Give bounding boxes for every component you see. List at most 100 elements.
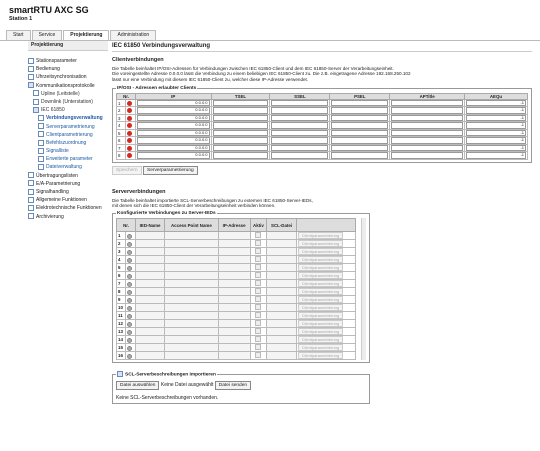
tsel-field[interactable] bbox=[212, 122, 269, 129]
aptitle-field[interactable] bbox=[391, 99, 463, 107]
client-param-button[interactable]: Clientparametrierung bbox=[297, 344, 344, 352]
active-checkbox[interactable] bbox=[255, 336, 262, 343]
expand-icon[interactable] bbox=[38, 147, 44, 154]
sidebar-item[interactable]: Serverparametrierung bbox=[28, 123, 108, 131]
ssel-field[interactable] bbox=[271, 129, 329, 137]
server-param-button[interactable]: Serverparametrierung bbox=[143, 165, 198, 175]
client-param-button[interactable]: Clientparametrierung bbox=[297, 336, 344, 344]
aptitle-field[interactable] bbox=[391, 137, 463, 144]
sidebar-item[interactable]: Befehlszuordnung bbox=[28, 139, 108, 147]
expand-icon[interactable] bbox=[28, 180, 34, 187]
client-param-button[interactable]: Clientparametrierung bbox=[297, 280, 344, 288]
tsel-field[interactable] bbox=[212, 107, 269, 114]
ip-field[interactable]: 0.0.0.0 bbox=[137, 152, 210, 159]
ip-field[interactable]: 0.0.0.0 bbox=[137, 137, 210, 144]
expand-icon[interactable] bbox=[28, 65, 34, 72]
aptitle-field[interactable] bbox=[391, 152, 463, 159]
sidebar-item[interactable]: IEC 61850 bbox=[28, 106, 108, 114]
psel-field[interactable] bbox=[331, 99, 389, 107]
sidebar-item[interactable]: Elektrotechnische Funktionen bbox=[28, 204, 108, 212]
client-param-button[interactable]: Clientparametrierung bbox=[297, 264, 344, 272]
client-param-button[interactable]: Clientparametrierung bbox=[297, 304, 344, 312]
aequ-field[interactable]: -1 bbox=[465, 152, 526, 159]
sidebar-item[interactable]: Downlink (Unterstation) bbox=[28, 98, 108, 106]
active-checkbox[interactable] bbox=[255, 248, 262, 255]
client-param-button[interactable]: Clientparametrierung bbox=[297, 320, 344, 328]
aequ-field[interactable]: -1 bbox=[465, 137, 526, 144]
tab-projektierung[interactable]: Projektierung bbox=[63, 30, 110, 40]
save-button[interactable]: Speichern bbox=[112, 165, 142, 175]
aptitle-field[interactable] bbox=[391, 114, 463, 122]
client-param-button[interactable]: Clientparametrierung bbox=[297, 248, 344, 256]
client-param-button[interactable]: Clientparametrierung bbox=[297, 288, 344, 296]
ssel-field[interactable] bbox=[271, 107, 329, 114]
tsel-field[interactable] bbox=[212, 99, 269, 107]
expand-icon[interactable] bbox=[38, 123, 44, 130]
active-checkbox[interactable] bbox=[255, 304, 262, 311]
collapse-icon[interactable] bbox=[28, 82, 34, 89]
client-param-button[interactable]: Clientparametrierung bbox=[297, 256, 344, 264]
client-param-button[interactable]: Clientparametrierung bbox=[297, 328, 344, 336]
psel-field[interactable] bbox=[331, 129, 389, 137]
expand-icon[interactable] bbox=[38, 164, 44, 171]
ssel-field[interactable] bbox=[271, 99, 329, 107]
client-param-button[interactable]: Clientparametrierung bbox=[297, 232, 344, 240]
tab-start[interactable]: Start bbox=[6, 30, 31, 40]
server-table-scrollbar[interactable] bbox=[361, 218, 366, 361]
expand-icon[interactable] bbox=[38, 155, 44, 162]
expand-icon[interactable] bbox=[38, 139, 44, 146]
aptitle-field[interactable] bbox=[391, 122, 463, 129]
psel-field[interactable] bbox=[331, 107, 389, 114]
aptitle-field[interactable] bbox=[391, 144, 463, 152]
expand-icon[interactable] bbox=[28, 205, 34, 212]
active-checkbox[interactable] bbox=[255, 288, 262, 295]
aequ-field[interactable]: -1 bbox=[465, 144, 526, 152]
ssel-field[interactable] bbox=[271, 152, 329, 159]
sidebar-item[interactable]: Signalhandling bbox=[28, 188, 108, 196]
psel-field[interactable] bbox=[331, 144, 389, 152]
expand-icon[interactable] bbox=[28, 172, 34, 179]
aequ-field[interactable]: -1 bbox=[465, 114, 526, 122]
active-checkbox[interactable] bbox=[255, 264, 262, 271]
client-param-button[interactable]: Clientparametrierung bbox=[297, 296, 344, 304]
active-checkbox[interactable] bbox=[255, 240, 262, 247]
psel-field[interactable] bbox=[331, 122, 389, 129]
active-checkbox[interactable] bbox=[255, 344, 262, 351]
sidebar-item[interactable]: Erweiterte parameter bbox=[28, 155, 108, 163]
tsel-field[interactable] bbox=[212, 144, 269, 152]
expand-icon[interactable] bbox=[28, 74, 34, 81]
client-param-button[interactable]: Clientparametrierung bbox=[297, 312, 344, 320]
tab-administration[interactable]: Administration bbox=[110, 30, 157, 40]
expand-icon[interactable] bbox=[38, 131, 44, 138]
psel-field[interactable] bbox=[331, 137, 389, 144]
sidebar-item[interactable]: E/A-Parametrierung bbox=[28, 180, 108, 188]
ip-field[interactable]: 0.0.0.0 bbox=[137, 99, 210, 107]
aequ-field[interactable]: -1 bbox=[465, 99, 526, 107]
tsel-field[interactable] bbox=[212, 129, 269, 137]
active-checkbox[interactable] bbox=[255, 232, 262, 239]
sidebar-item[interactable]: Verbindungsverwaltung bbox=[28, 114, 108, 122]
ssel-field[interactable] bbox=[271, 114, 329, 122]
sidebar-item[interactable]: Upline (Leitstelle) bbox=[28, 90, 108, 98]
tsel-field[interactable] bbox=[212, 152, 269, 159]
psel-field[interactable] bbox=[331, 152, 389, 159]
aptitle-field[interactable] bbox=[391, 129, 463, 137]
expand-icon[interactable] bbox=[33, 98, 39, 105]
sidebar-item[interactable]: Signalliste bbox=[28, 147, 108, 155]
expand-icon[interactable] bbox=[28, 188, 34, 195]
expand-icon[interactable] bbox=[38, 114, 44, 121]
active-checkbox[interactable] bbox=[255, 256, 262, 263]
aequ-field[interactable]: -1 bbox=[465, 129, 526, 137]
expand-icon[interactable] bbox=[28, 213, 34, 220]
active-checkbox[interactable] bbox=[255, 280, 262, 287]
choose-file-button[interactable]: Datei auswählen bbox=[116, 380, 160, 390]
active-checkbox[interactable] bbox=[255, 328, 262, 335]
expand-icon[interactable] bbox=[33, 90, 39, 97]
sidebar-item[interactable]: Bedienung bbox=[28, 65, 108, 73]
ip-field[interactable]: 0.0.0.0 bbox=[137, 107, 210, 114]
ip-field[interactable]: 0.0.0.0 bbox=[137, 114, 210, 122]
client-param-button[interactable]: Clientparametrierung bbox=[297, 352, 344, 360]
active-checkbox[interactable] bbox=[255, 312, 262, 319]
client-param-button[interactable]: Clientparametrierung bbox=[297, 240, 344, 248]
sidebar-item[interactable]: Allgemeine Funktionen bbox=[28, 196, 108, 204]
